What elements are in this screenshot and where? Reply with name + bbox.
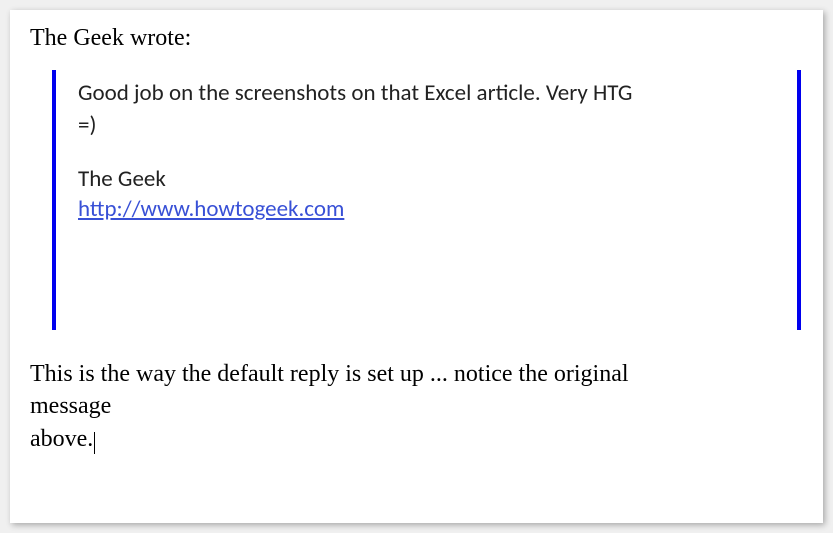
- text-cursor: [94, 432, 95, 454]
- reply-line: above.: [30, 426, 93, 452]
- quoted-message-block: Good job on the screenshots on that Exce…: [52, 70, 801, 330]
- quoted-text-line: =): [78, 111, 797, 139]
- reply-line: This is the way the default reply is set…: [30, 358, 803, 390]
- quoted-signature-link[interactable]: http://www.howtogeek.com: [78, 195, 344, 223]
- quoted-signature-name: The Geek: [78, 165, 797, 193]
- quote-attribution: The Geek wrote:: [30, 25, 803, 52]
- reply-text[interactable]: This is the way the default reply is set…: [30, 358, 803, 455]
- email-compose-body[interactable]: The Geek wrote: Good job on the screensh…: [10, 10, 823, 523]
- quoted-text-line: Good job on the screenshots on that Exce…: [78, 78, 797, 109]
- reply-line: message: [30, 390, 803, 422]
